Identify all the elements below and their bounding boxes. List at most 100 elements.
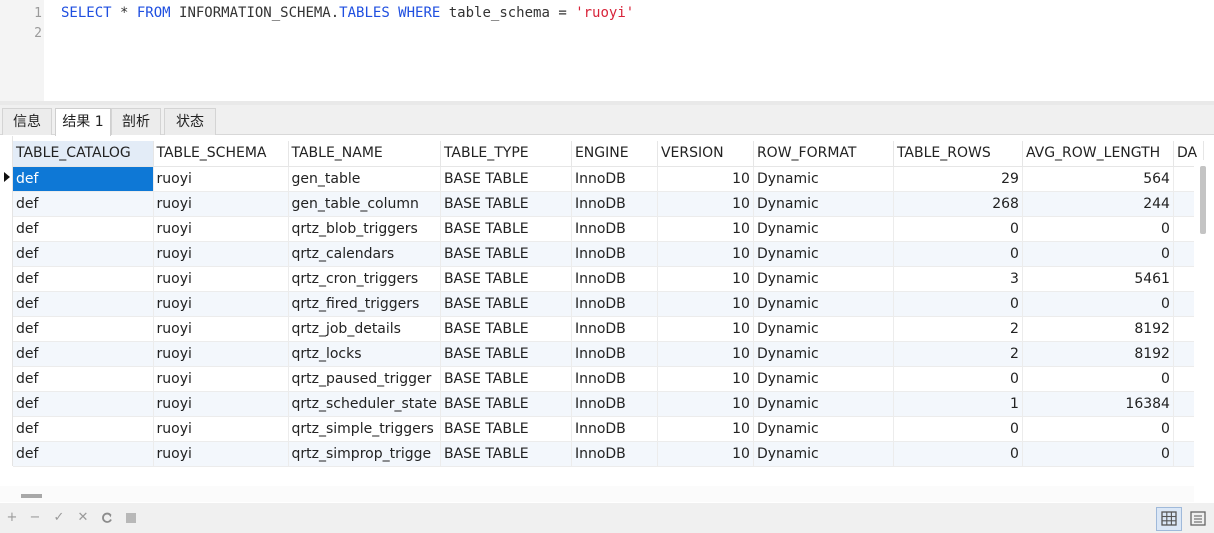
table-cell[interactable]: qrtz_cron_triggers	[288, 266, 441, 292]
table-cell[interactable]: BASE TABLE	[440, 216, 572, 242]
table-cell[interactable]: 0	[1022, 216, 1174, 242]
table-cell[interactable]: 0	[1022, 291, 1174, 317]
table-cell[interactable]: ruoyi	[153, 341, 289, 367]
table-cell[interactable]: 2	[893, 341, 1023, 367]
form-view-icon[interactable]	[1185, 507, 1211, 531]
table-cell[interactable]: 10	[657, 366, 754, 392]
table-cell[interactable]: qrtz_calendars	[288, 241, 441, 267]
table-cell[interactable]: 3	[893, 266, 1023, 292]
delete-record-icon[interactable]: −	[28, 511, 42, 525]
table-cell[interactable]: Dynamic	[753, 341, 894, 367]
column-header-version[interactable]: VERSION	[657, 141, 754, 167]
column-header-row-format[interactable]: ROW_FORMAT	[753, 141, 894, 167]
table-cell[interactable]: InnoDB	[571, 166, 658, 192]
table-cell[interactable]: def	[13, 441, 154, 467]
table-cell[interactable]: 1	[893, 391, 1023, 417]
table-row[interactable]: def ruoyi qrtz_blob_triggers BASE TABLE Inno…	[13, 216, 1204, 242]
apply-changes-icon[interactable]: ✓	[52, 511, 66, 525]
table-cell[interactable]: ruoyi	[153, 391, 289, 417]
add-record-icon[interactable]: +	[5, 511, 19, 525]
table-cell[interactable]: InnoDB	[571, 241, 658, 267]
table-cell[interactable]: def	[13, 341, 154, 367]
table-cell[interactable]: BASE TABLE	[440, 166, 572, 192]
table-row[interactable]: def ruoyi gen_table BASE TABLE InnoDB 10 Dynam…	[13, 166, 1204, 192]
table-cell[interactable]: qrtz_blob_triggers	[288, 216, 441, 242]
table-row[interactable]: def ruoyi gen_table_column BASE TABLE InnoDB…	[13, 191, 1204, 217]
table-cell[interactable]: 244	[1022, 191, 1174, 217]
table-cell[interactable]: BASE TABLE	[440, 316, 572, 342]
table-cell[interactable]: BASE TABLE	[440, 416, 572, 442]
table-cell[interactable]: ruoyi	[153, 266, 289, 292]
table-cell[interactable]: 0	[893, 416, 1023, 442]
table-cell[interactable]: def	[13, 316, 154, 342]
table-cell[interactable]: 0	[893, 216, 1023, 242]
table-cell[interactable]: Dynamic	[753, 166, 894, 192]
vertical-scrollbar[interactable]	[1194, 160, 1214, 470]
table-cell[interactable]: 10	[657, 166, 754, 192]
table-cell[interactable]: BASE TABLE	[440, 441, 572, 467]
table-cell[interactable]: ruoyi	[153, 291, 289, 317]
table-row[interactable]: def ruoyi qrtz_fired_triggers BASE TABLE Inn…	[13, 291, 1204, 317]
refresh-icon[interactable]	[100, 511, 114, 525]
horizontal-scrollbar[interactable]	[0, 486, 1194, 502]
table-cell[interactable]: def	[13, 416, 154, 442]
table-cell[interactable]: 0	[1022, 416, 1174, 442]
table-cell[interactable]: qrtz_scheduler_state	[288, 391, 441, 417]
table-cell[interactable]: InnoDB	[571, 391, 658, 417]
table-cell[interactable]: BASE TABLE	[440, 191, 572, 217]
discard-changes-icon[interactable]: ✕	[76, 511, 90, 525]
table-cell[interactable]: 10	[657, 391, 754, 417]
table-cell[interactable]: 29	[893, 166, 1023, 192]
tab-info[interactable]: 信息	[2, 108, 52, 135]
table-cell[interactable]: Dynamic	[753, 216, 894, 242]
table-row[interactable]: def ruoyi qrtz_locks BASE TABLE InnoDB 10 Dyna…	[13, 341, 1204, 367]
table-cell[interactable]: Dynamic	[753, 416, 894, 442]
column-header-table-name[interactable]: TABLE_NAME	[288, 141, 441, 167]
table-cell[interactable]: 10	[657, 241, 754, 267]
table-cell[interactable]: def	[13, 241, 154, 267]
table-cell[interactable]: InnoDB	[571, 416, 658, 442]
table-cell[interactable]: 10	[657, 416, 754, 442]
table-cell[interactable]: 0	[893, 366, 1023, 392]
table-cell[interactable]: 10	[657, 341, 754, 367]
horizontal-scroll-thumb[interactable]	[21, 494, 42, 498]
column-header-table-schema[interactable]: TABLE_SCHEMA	[153, 141, 289, 167]
table-cell[interactable]: qrtz_fired_triggers	[288, 291, 441, 317]
table-cell[interactable]: Dynamic	[753, 291, 894, 317]
table-cell[interactable]: gen_table_column	[288, 191, 441, 217]
table-cell[interactable]: BASE TABLE	[440, 341, 572, 367]
table-cell[interactable]: Dynamic	[753, 266, 894, 292]
table-row[interactable]: def ruoyi qrtz_paused_trigger BASE TABLE Inn…	[13, 366, 1204, 392]
table-cell[interactable]: Dynamic	[753, 316, 894, 342]
column-header-avg-row-length[interactable]: AVG_ROW_LENGTH	[1022, 141, 1174, 167]
column-header-engine[interactable]: ENGINE	[571, 141, 658, 167]
table-cell[interactable]: InnoDB	[571, 291, 658, 317]
table-cell[interactable]: InnoDB	[571, 441, 658, 467]
table-row[interactable]: def ruoyi qrtz_job_details BASE TABLE InnoDB…	[13, 316, 1204, 342]
column-header-table-catalog[interactable]: TABLE_CATALOG	[13, 141, 154, 167]
table-cell[interactable]: InnoDB	[571, 316, 658, 342]
table-cell[interactable]: ruoyi	[153, 366, 289, 392]
table-cell[interactable]: ruoyi	[153, 441, 289, 467]
table-cell[interactable]: qrtz_simple_triggers	[288, 416, 441, 442]
vertical-scroll-thumb[interactable]	[1200, 166, 1206, 234]
table-cell[interactable]: def	[13, 266, 154, 292]
table-cell[interactable]: Dynamic	[753, 441, 894, 467]
table-cell[interactable]: Dynamic	[753, 391, 894, 417]
table-cell[interactable]: Dynamic	[753, 191, 894, 217]
table-cell[interactable]: def	[13, 366, 154, 392]
table-cell[interactable]: ruoyi	[153, 191, 289, 217]
table-cell[interactable]: qrtz_paused_trigger	[288, 366, 441, 392]
table-cell[interactable]: 16384	[1022, 391, 1174, 417]
table-row[interactable]: def ruoyi qrtz_simple_triggers BASE TABLE In…	[13, 416, 1204, 442]
grid-view-icon[interactable]	[1156, 507, 1182, 531]
table-cell[interactable]: 10	[657, 441, 754, 467]
table-cell[interactable]: 10	[657, 291, 754, 317]
table-cell[interactable]: def	[13, 216, 154, 242]
table-cell[interactable]: 8192	[1022, 316, 1174, 342]
table-cell[interactable]: qrtz_job_details	[288, 316, 441, 342]
table-cell[interactable]: BASE TABLE	[440, 241, 572, 267]
table-row[interactable]: def ruoyi qrtz_cron_triggers BASE TABLE Inno…	[13, 266, 1204, 292]
table-cell[interactable]: 8192	[1022, 341, 1174, 367]
table-cell[interactable]: 10	[657, 191, 754, 217]
